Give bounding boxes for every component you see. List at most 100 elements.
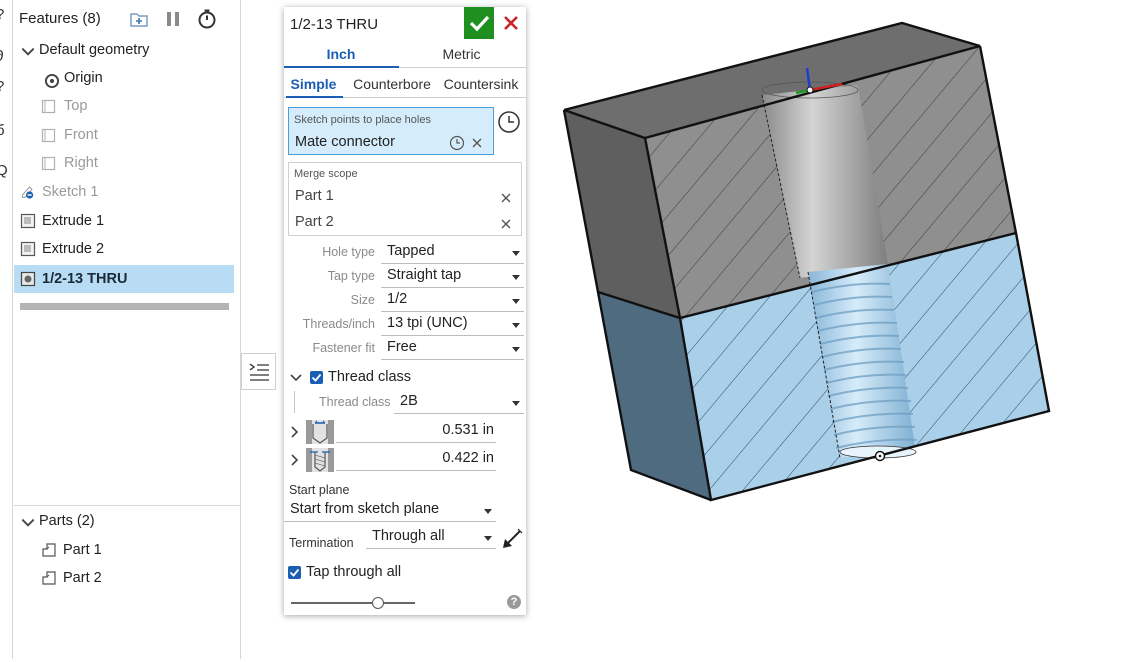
thread-depth-input[interactable]: 0.422 in [336,450,496,471]
mate-connector-icon[interactable] [449,135,465,151]
active-tab-indicator [284,66,399,68]
thread-depth-row: 0.422 in [284,446,526,474]
param-value: 2B [400,393,418,409]
merge-scope-box[interactable]: Merge scope Part 1 Part 2 [288,162,522,236]
param-value: 1/2 [387,291,408,307]
feature-list-toggle-button[interactable] [241,353,276,390]
tree-item-label: Right [64,155,98,171]
tree-item-right-plane[interactable]: Right [14,149,234,177]
tree-item-part-2[interactable]: Part 2 [14,564,234,592]
tree-item-origin[interactable]: Origin [14,64,234,92]
start-plane-label: Start plane [289,483,350,497]
param-label: Size [350,293,375,307]
remove-icon[interactable] [500,192,512,204]
slider-thumb[interactable] [371,597,384,609]
fastener-fit-select[interactable]: Free [381,339,524,360]
start-plane-select[interactable]: Start from sketch plane [284,501,496,522]
hole-style-tabs: Simple Counterbore Countersink [284,70,526,98]
tree-item-extrude-1[interactable]: Extrude 1 [14,207,234,235]
plane-icon [41,156,56,171]
tree-item-label: Top [64,98,88,114]
part-section-view[interactable] [540,0,1127,659]
size-row: Size 1/2 [284,290,526,312]
tree-item-part-1[interactable]: Part 1 [14,536,234,564]
tree-item-top-plane[interactable]: Top [14,92,234,120]
pause-icon[interactable] [162,8,184,30]
flip-direction-icon[interactable] [500,527,524,551]
toolbar-glyph[interactable]: ∂ [0,48,3,65]
dropdown-caret-icon [484,509,492,514]
param-value: Through all [372,528,445,544]
tree-item-label: Origin [64,70,103,86]
tab-counterbore[interactable]: Counterbore [350,76,434,92]
tree-item-parts-group[interactable]: Parts (2) [14,507,234,535]
tree-item-label: Default geometry [39,42,150,58]
mate-connector-create-icon[interactable] [497,110,521,134]
tree-item-label: Front [64,127,98,143]
feature-list-title: Features (8) [19,10,101,27]
toolbar-glyph[interactable]: ? [0,6,4,23]
tab-countersink[interactable]: Countersink [441,76,521,92]
tap-drill-diameter-input[interactable]: 0.531 in [336,422,496,443]
slider-track[interactable] [291,602,415,604]
param-label: Tap type [327,269,375,283]
merge-scope-item: Part 1 [295,188,334,204]
tab-metric[interactable]: Metric [404,46,519,62]
dropdown-caret-icon [512,299,520,304]
extrude-icon [20,213,36,229]
tap-drill-diameter-icon [306,420,334,444]
sketch-points-selection[interactable]: Sketch points to place holes Mate connec… [288,107,494,155]
size-select[interactable]: 1/2 [381,291,524,312]
chevron-down-icon[interactable] [20,44,36,60]
tap-type-select[interactable]: Straight tap [381,267,524,288]
tree-item-hole-feature[interactable]: 1/2-13 THRU [14,265,234,293]
indent-guide [294,391,295,413]
threads-per-inch-select[interactable]: 13 tpi (UNC) [381,315,524,336]
thread-class-checkbox-label: Thread class [328,369,412,385]
dropdown-caret-icon [512,347,520,352]
feature-list-header: Features (8) [14,0,240,38]
dialog-title: 1/2-13 THRU [290,16,379,33]
timer-icon[interactable] [196,8,218,30]
chevron-right-icon[interactable] [290,426,300,438]
part-icon [42,571,56,585]
graphics-viewport[interactable] [540,0,1127,659]
toolbar-glyph[interactable]: Q [0,162,8,179]
list-indent-icon [249,363,269,381]
tab-simple[interactable]: Simple [286,76,341,92]
chevron-down-icon[interactable] [20,515,36,531]
chevron-down-icon[interactable] [289,371,303,385]
termination-label: Termination [289,536,354,550]
accept-button[interactable] [464,7,494,39]
remove-icon[interactable] [500,218,512,230]
sketch-points-value: Mate connector [295,134,395,150]
tap-drill-diameter-row: 0.531 in [284,418,526,446]
toolbar-glyph[interactable]: б [0,122,5,139]
tree-item-extrude-2[interactable]: Extrude 2 [14,235,234,263]
toolbar-glyph[interactable]: ? [0,78,4,95]
tree-item-label: Sketch 1 [42,184,99,200]
thread-class-select[interactable]: 2B [394,393,524,414]
tab-inch[interactable]: Inch [284,46,398,62]
tree-item-sketch-1[interactable]: Sketch 1 [14,178,234,206]
feature-list-scrollbar[interactable] [20,303,229,310]
tree-item-front-plane[interactable]: Front [14,121,234,149]
hole-feature-dialog: 1/2-13 THRU Inch Metric Simple Counterbo… [284,7,526,615]
help-icon[interactable]: ? [507,595,521,609]
hole-type-select[interactable]: Tapped [381,243,524,264]
left-toolbar-strip: ? ∂ ? б Q | [0,0,13,659]
thread-class-checkbox[interactable] [310,371,323,384]
origin-icon [44,73,60,89]
chevron-right-icon[interactable] [290,454,300,466]
add-folder-icon[interactable] [128,8,150,30]
tree-item-label: Part 1 [63,542,102,558]
cancel-button[interactable] [498,9,524,37]
param-label: Fastener fit [312,341,375,355]
dropdown-caret-icon [484,536,492,541]
termination-select[interactable]: Through all [366,528,496,549]
tap-through-all-checkbox[interactable] [288,566,301,579]
param-value: Tapped [387,243,435,259]
hole-icon [20,271,36,287]
remove-icon[interactable] [471,137,483,149]
tree-item-default-geometry[interactable]: Default geometry [14,36,234,64]
